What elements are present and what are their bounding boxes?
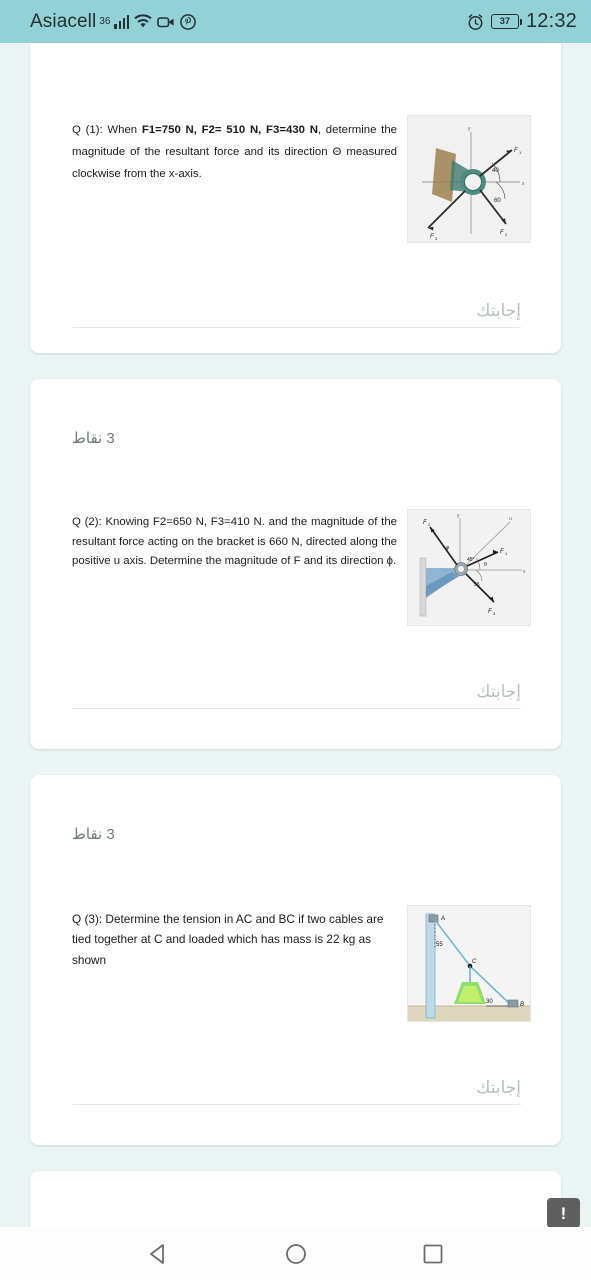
home-button[interactable] xyxy=(276,1234,316,1274)
question-3-answer-wrap[interactable]: إجابتك xyxy=(30,1022,561,1105)
question-card-1: Q (1): When F1=750 N, F2= 510 N, F3=430 … xyxy=(30,43,561,353)
point-label-B: B xyxy=(520,1002,524,1008)
angle-label-40: 40 xyxy=(492,168,499,174)
axis-label-u: u xyxy=(509,516,512,522)
answer-placeholder-3[interactable]: إجابتك xyxy=(72,1078,521,1104)
recents-square-icon xyxy=(423,1244,442,1263)
point-label-A: A xyxy=(440,916,445,922)
question-3-row: Q (3): Determine the tension in AC and B… xyxy=(30,843,561,1022)
answer-underline-2 xyxy=(72,708,521,709)
question-card-4-partial: 3 نقاط xyxy=(30,1171,561,1227)
battery-icon: 37 xyxy=(490,14,523,29)
angle-label-30: 30 xyxy=(486,999,493,1005)
home-circle-icon xyxy=(285,1243,306,1264)
status-bar-right: 37 12:32 xyxy=(467,10,577,33)
pinterest-icon xyxy=(180,13,197,30)
force-ring-diagram-svg: x y F 1 F 2 F 3 40 60 xyxy=(408,116,530,242)
back-triangle-icon xyxy=(149,1243,164,1264)
svg-text:F: F xyxy=(423,520,427,526)
bracket-force-diagram-svg: x y u F 2 F 1 F 3 45° φ θ 55 xyxy=(408,510,530,625)
question-1-row: Q (1): When F1=750 N, F2= 510 N, F3=430 … xyxy=(30,43,561,243)
answer-placeholder-2[interactable]: إجابتك xyxy=(72,682,521,708)
cable-tension-diagram: A C B 55 30 xyxy=(407,905,531,1022)
status-bar: Asiacell 36 37 12:32 xyxy=(0,0,591,43)
question-2-row: Q (2): Knowing F2=650 N, F3=410 N. and t… xyxy=(30,447,561,626)
question-2-text: Q (2): Knowing F2=650 N, F3=410 N. and t… xyxy=(72,516,397,568)
video-camera-icon xyxy=(157,16,174,27)
question-1-text: Q (1): When F1=750 N, F2= 510 N, F3=430 … xyxy=(72,115,397,186)
points-label-4: 3 نقاط xyxy=(30,1171,561,1227)
network-type-label: 36 xyxy=(99,16,111,27)
svg-text:θ: θ xyxy=(484,562,487,568)
wifi-icon xyxy=(134,14,152,28)
carrier-name: Asiacell xyxy=(30,10,97,32)
svg-text:F: F xyxy=(500,230,504,236)
question-1-prefix: Q (1): When xyxy=(72,124,142,136)
recents-button[interactable] xyxy=(413,1234,453,1274)
angle-label-55: 55 xyxy=(436,942,443,948)
force-ring-diagram: x y F 1 F 2 F 3 40 60 xyxy=(407,115,531,243)
question-card-3: 3 نقاط Q (3): Determine the tension in A… xyxy=(30,775,561,1145)
points-label-3: 3 نقاط xyxy=(72,826,115,843)
svg-text:F: F xyxy=(488,609,492,615)
cable-tension-diagram-svg: A C B 55 30 xyxy=(408,906,530,1021)
answer-underline-1 xyxy=(72,327,521,328)
point-label-C: C xyxy=(472,959,477,965)
battery-level: 37 xyxy=(499,15,511,27)
question-2-answer-wrap[interactable]: إجابتك xyxy=(30,626,561,709)
question-3-text: Q (3): Determine the tension in AC and B… xyxy=(72,912,384,967)
points-label-2: 3 نقاط xyxy=(72,430,115,447)
question-card-2: 3 نقاط Q (2): Knowing F2=650 N, F3=410 N… xyxy=(30,379,561,749)
angle-label-60: 60 xyxy=(494,198,501,204)
bracket-force-diagram: x y u F 2 F 1 F 3 45° φ θ 55 xyxy=(407,509,531,626)
answer-placeholder-1[interactable]: إجابتك xyxy=(72,301,521,327)
alarm-clock-icon xyxy=(468,13,483,30)
signal-bars-icon xyxy=(114,14,130,29)
question-1-answer-wrap[interactable]: إجابتك xyxy=(30,243,561,328)
form-scroll-area[interactable]: Q (1): When F1=750 N, F2= 510 N, F3=430 … xyxy=(0,43,591,1227)
question-1-bold-values: F1=750 N, F2= 510 N, F3=430 N xyxy=(141,124,318,136)
status-bar-left: Asiacell 36 xyxy=(30,10,197,33)
android-nav-bar xyxy=(0,1227,591,1280)
status-bar-clock: 12:32 xyxy=(525,10,577,32)
back-button[interactable] xyxy=(139,1234,179,1274)
svg-text:F: F xyxy=(514,148,518,154)
alert-tooltip[interactable]: ! xyxy=(547,1198,580,1235)
svg-text:F: F xyxy=(430,234,434,240)
answer-underline-3 xyxy=(72,1104,521,1105)
exclamation-icon: ! xyxy=(560,1203,567,1223)
angle-label-45: 45° xyxy=(467,557,475,563)
svg-text:F: F xyxy=(500,549,504,555)
angle-label-55: 55 xyxy=(474,582,480,588)
